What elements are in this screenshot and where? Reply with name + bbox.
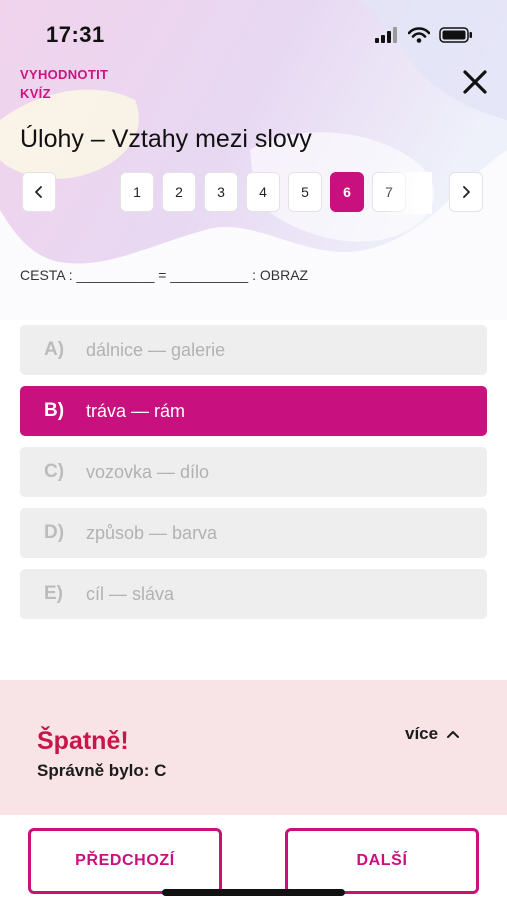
feedback-panel: Špatně! Správně bylo: C více — [0, 680, 507, 815]
answer-option[interactable]: D) způsob — barva — [20, 508, 487, 558]
more-toggle[interactable]: více — [405, 724, 460, 744]
answer-text: cíl — sláva — [86, 583, 175, 604]
more-label: více — [405, 724, 439, 743]
answer-option[interactable]: C) vozovka — dílo — [20, 447, 487, 497]
page-number-button[interactable]: 5 — [288, 172, 322, 212]
answer-letter: D) — [44, 522, 65, 543]
page-number-button[interactable]: 6 — [330, 172, 364, 212]
next-button[interactable]: DALŠÍ — [285, 828, 479, 894]
feedback-title: Špatně! — [37, 727, 129, 755]
chevron-left-icon — [35, 186, 42, 198]
next-page-button[interactable] — [449, 172, 483, 212]
home-indicator — [162, 889, 345, 896]
answer-letter: E) — [44, 583, 63, 604]
wifi-icon — [408, 27, 430, 43]
signal-icon — [375, 27, 397, 43]
previous-page-button[interactable] — [22, 172, 56, 212]
status-time: 17:31 — [46, 22, 105, 47]
answer-letter: B) — [44, 400, 65, 421]
previous-button[interactable]: PŘEDCHOZÍ — [28, 828, 222, 894]
page-number-button[interactable]: 4 — [246, 172, 280, 212]
page-number-button[interactable]: 2 — [162, 172, 196, 212]
answer-text: dálnice — galerie — [86, 339, 226, 360]
chevron-up-icon — [447, 731, 460, 738]
page-number-button[interactable]: 1 — [120, 172, 154, 212]
answer-list: A) dálnice — galerie B) tráva — rám C) vozovk… — [20, 325, 487, 630]
answer-letter: A) — [44, 339, 65, 360]
answer-option[interactable]: B) tráva — rám — [20, 386, 487, 436]
answer-option[interactable]: E) cíl — sláva — [20, 569, 487, 619]
close-icon — [463, 70, 487, 94]
chevron-right-icon — [463, 186, 470, 198]
answer-letter: C) — [44, 461, 65, 482]
question-text: CESTA : __________ = __________ : OBRAZ — [20, 267, 309, 283]
status-icons — [375, 27, 473, 43]
correct-answer-text: Správně bylo: C — [37, 761, 167, 780]
page-number-button[interactable]: 7 — [372, 172, 406, 212]
page-number-button[interactable]: 3 — [204, 172, 238, 212]
answer-text: tráva — rám — [86, 400, 186, 421]
answer-text: způsob — barva — [86, 522, 218, 543]
page-number-list: 1234567 — [120, 172, 430, 214]
close-button[interactable] — [455, 62, 495, 102]
page-title: Úlohy – Vztahy mezi slovy — [20, 125, 312, 153]
battery-icon — [439, 27, 472, 43]
answer-option[interactable]: A) dálnice — galerie — [20, 325, 487, 375]
evaluate-quiz-link[interactable]: VYHODNOTIT KVÍZ — [20, 65, 130, 103]
answer-text: vozovka — dílo — [86, 461, 210, 482]
bottom-bar: PŘEDCHOZÍ DALŠÍ — [0, 815, 507, 900]
question-pagination: 1234567 — [0, 172, 507, 216]
